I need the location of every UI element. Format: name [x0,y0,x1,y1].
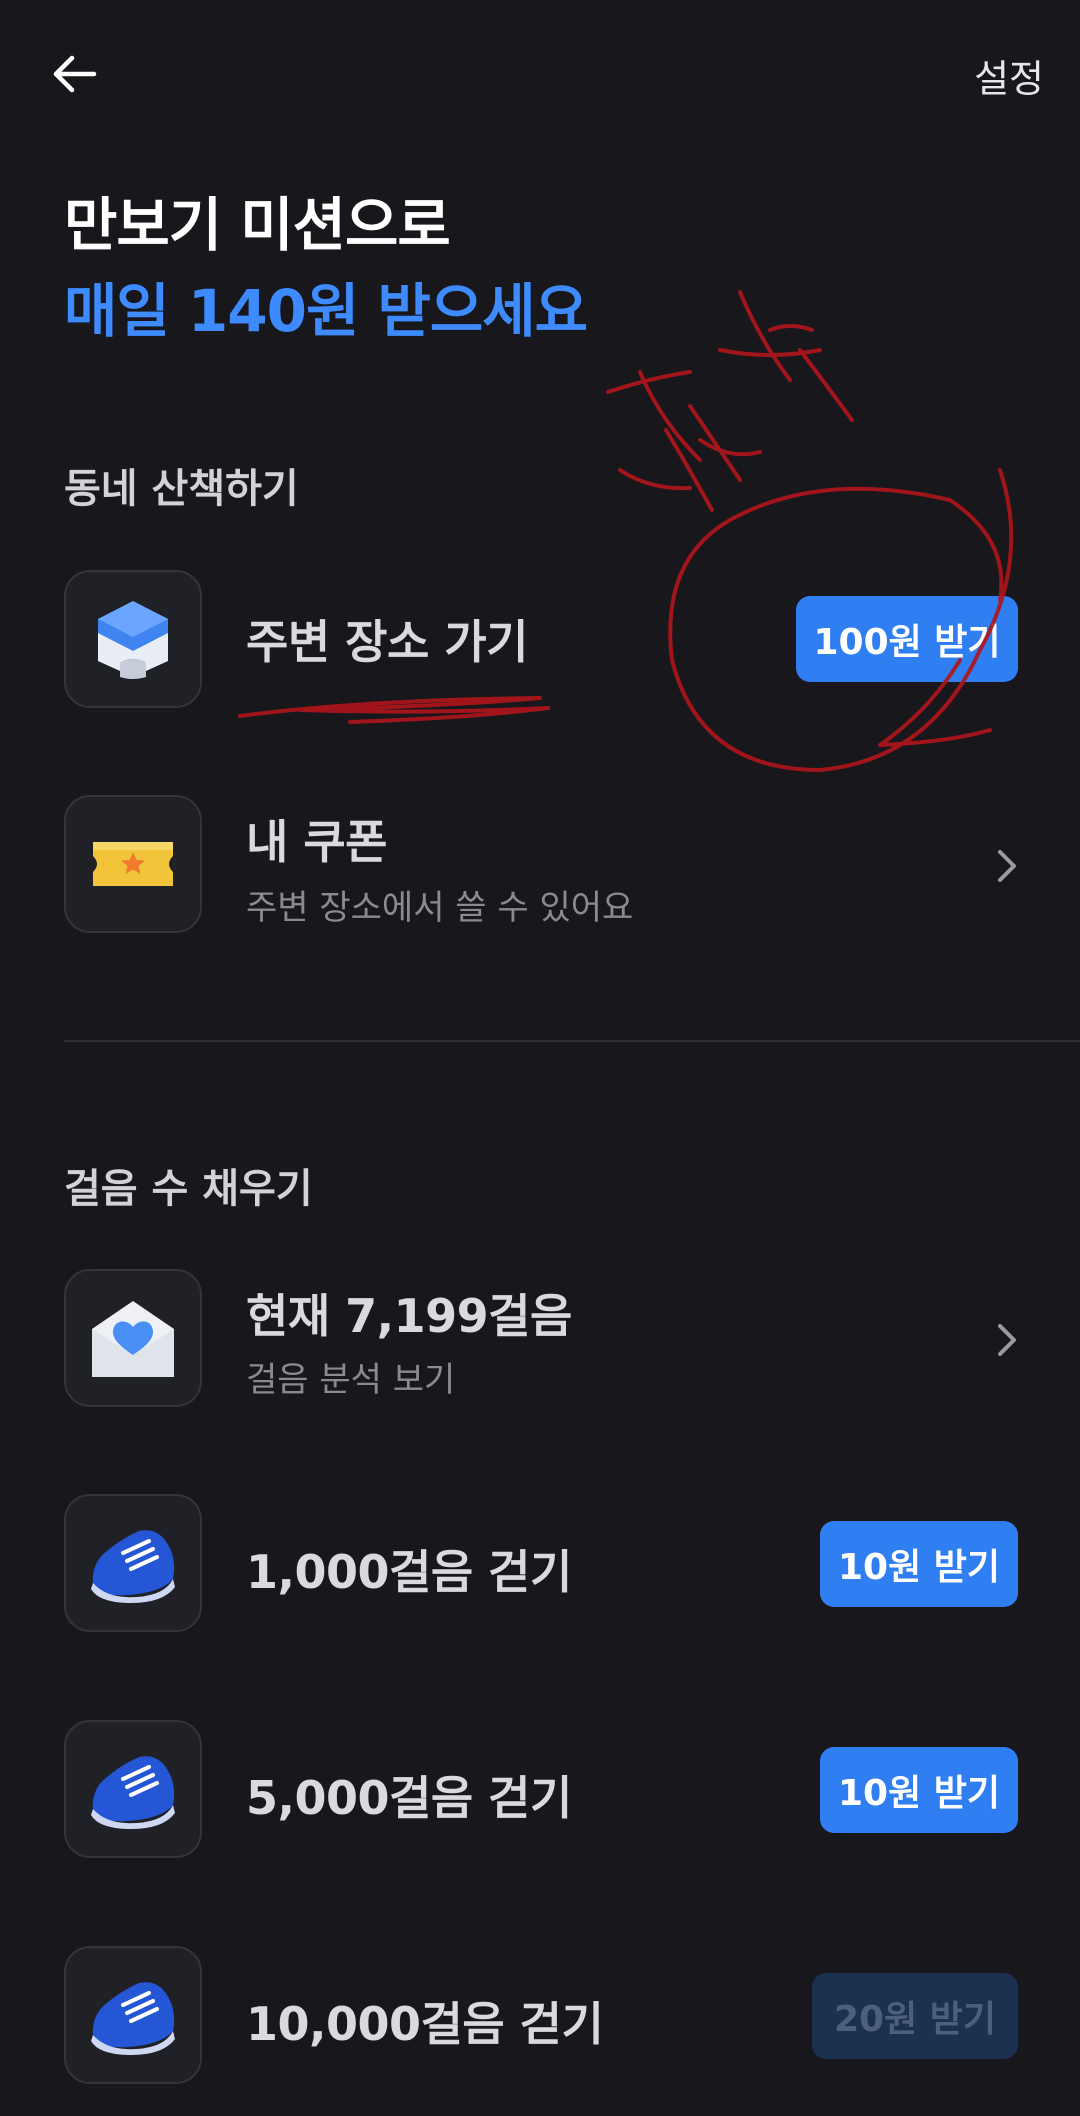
heart-envelope-icon [92,1301,174,1377]
claim-10-won-button[interactable]: 10원 받기 [820,1747,1018,1833]
steps-icon-box [64,1269,202,1407]
mission-icon-box [64,1494,202,1632]
mission-icon-box [64,1720,202,1858]
section-divider [64,1040,1080,1042]
item-title: 내 쿠폰 [246,815,387,869]
chevron-right-icon[interactable] [992,846,1020,886]
item-title: 주변 장소 가기 [246,615,528,669]
claim-100-won-button[interactable]: 100원 받기 [796,596,1018,682]
item-title: 10,000걸음 걷기 [246,1997,604,2051]
blue-sneaker-icon [91,1982,175,2055]
section-title-steps: 걸음 수 채우기 [64,1166,313,1212]
item-subtitle: 주변 장소에서 쓸 수 있어요 [246,888,634,928]
place-icon-box [64,570,202,708]
mission-icon-box [64,1946,202,2084]
item-title: 5,000걸음 걷기 [246,1771,572,1825]
coupon-icon-box [64,795,202,933]
item-title: 현재 7,199걸음 [246,1289,572,1343]
claim-20-won-button-disabled: 20원 받기 [812,1973,1018,2059]
blue-place-cube-icon [98,601,168,679]
item-title: 1,000걸음 걷기 [246,1545,572,1599]
gold-ticket-icon [93,842,173,886]
page-title: 만보기 미션으로 [64,191,451,259]
blue-sneaker-icon [91,1756,175,1829]
page-subtitle: 매일 140원 받으세요 [64,277,588,345]
back-arrow-icon[interactable] [50,50,98,98]
settings-button[interactable]: 설정 [974,48,1044,103]
blue-sneaker-icon [91,1530,175,1603]
claim-10-won-button[interactable]: 10원 받기 [820,1521,1018,1607]
chevron-right-icon[interactable] [992,1320,1020,1360]
item-subtitle: 걸음 분석 보기 [246,1360,456,1400]
section-title-neighborhood: 동네 산책하기 [64,466,299,512]
